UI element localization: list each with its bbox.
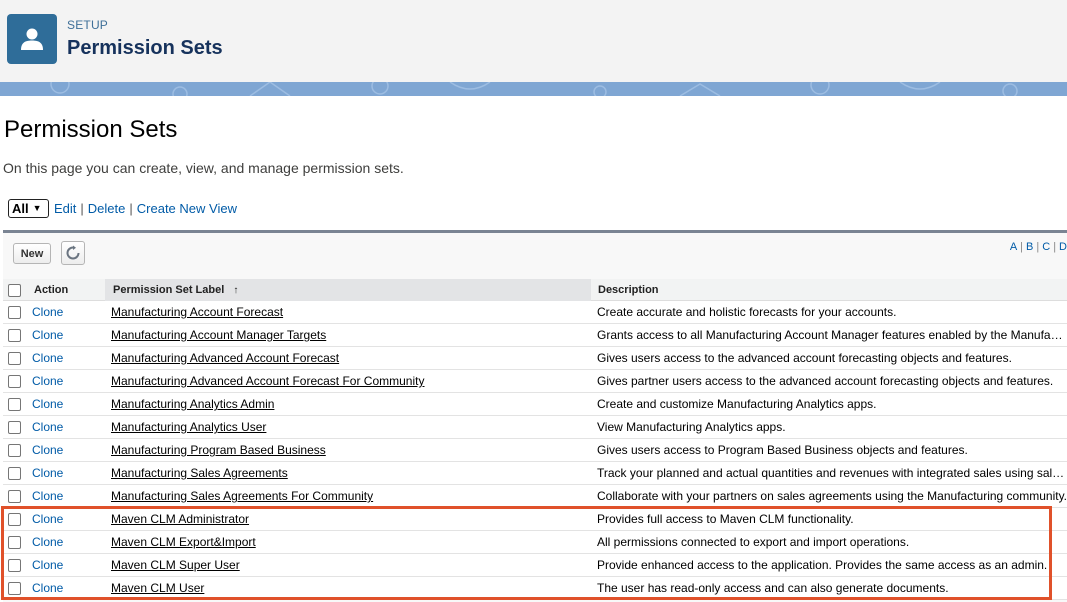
- page-title: Permission Sets: [4, 116, 178, 143]
- table-row: Clone Manufacturing Advanced Account For…: [3, 347, 1067, 370]
- row-checkbox[interactable]: [8, 352, 21, 365]
- view-select-value: All: [12, 200, 29, 216]
- column-action: Action: [34, 284, 69, 296]
- row-description: Create accurate and holistic forecasts f…: [597, 305, 897, 319]
- permission-set-link[interactable]: Manufacturing Account Forecast: [111, 301, 589, 323]
- permission-set-link[interactable]: Manufacturing Account Manager Targets: [111, 324, 589, 346]
- row-checkbox[interactable]: [8, 559, 21, 572]
- row-description: Provide enhanced access to the applicati…: [597, 558, 1048, 572]
- permission-set-link[interactable]: Maven CLM Super User: [111, 554, 589, 576]
- row-checkbox[interactable]: [8, 375, 21, 388]
- row-checkbox[interactable]: [8, 444, 21, 457]
- row-description: Grants access to all Manufacturing Accou…: [597, 328, 1067, 342]
- row-description: Gives users access to the advanced accou…: [597, 351, 1012, 365]
- row-checkbox[interactable]: [8, 329, 21, 342]
- clone-link[interactable]: Clone: [32, 531, 63, 553]
- separator: |: [80, 200, 84, 216]
- row-checkbox[interactable]: [8, 467, 21, 480]
- clone-link[interactable]: Clone: [32, 416, 63, 438]
- row-description: Gives partner users access to the advanc…: [597, 374, 1054, 388]
- clone-link[interactable]: Clone: [32, 301, 63, 323]
- table-row: Clone Maven CLM User The user has read-o…: [3, 577, 1067, 600]
- page-description: On this page you can create, view, and m…: [3, 160, 404, 176]
- clone-link[interactable]: Clone: [32, 370, 63, 392]
- permission-set-link[interactable]: Manufacturing Advanced Account Forecast: [111, 347, 589, 369]
- permission-set-link[interactable]: Maven CLM User: [111, 577, 589, 599]
- row-description: Collaborate with your partners on sales …: [597, 489, 1067, 503]
- table-body: Clone Manufacturing Account Forecast Cre…: [3, 301, 1067, 600]
- chevron-down-icon: ▼: [32, 203, 42, 213]
- row-checkbox[interactable]: [8, 421, 21, 434]
- row-description: Create and customize Manufacturing Analy…: [597, 397, 877, 411]
- alpha-filter-b[interactable]: B: [1026, 241, 1033, 253]
- row-description: Track your planned and actual quantities…: [597, 466, 1067, 480]
- row-checkbox[interactable]: [8, 306, 21, 319]
- permission-set-link[interactable]: Maven CLM Administrator: [111, 508, 589, 530]
- view-select[interactable]: All ▼: [8, 198, 49, 218]
- table-row: Clone Manufacturing Sales Agreements Tra…: [3, 462, 1067, 485]
- permission-set-link[interactable]: Maven CLM Export&Import: [111, 531, 589, 553]
- refresh-icon: [66, 245, 80, 260]
- user-icon: [7, 14, 57, 64]
- column-description: Description: [598, 284, 659, 296]
- list-panel: New A | B | C | D Action Permission Set Label …: [3, 230, 1067, 602]
- setup-title: Permission Sets: [67, 37, 223, 59]
- clone-link[interactable]: Clone: [32, 324, 63, 346]
- row-description: Gives users access to Program Based Busi…: [597, 443, 968, 457]
- permission-set-link[interactable]: Manufacturing Sales Agreements For Commu…: [111, 485, 589, 507]
- row-checkbox[interactable]: [8, 398, 21, 411]
- row-checkbox[interactable]: [8, 582, 21, 595]
- table-row: Clone Maven CLM Export&Import All permis…: [3, 531, 1067, 554]
- table-row: Clone Manufacturing Advanced Account For…: [3, 370, 1067, 393]
- view-bar: All ▼ Edit | Delete | Create New View: [8, 198, 237, 218]
- clone-link[interactable]: Clone: [32, 462, 63, 484]
- setup-header: SETUP Permission Sets: [0, 0, 1067, 84]
- alpha-filter-a[interactable]: A: [1010, 241, 1017, 253]
- table-row: Clone Manufacturing Analytics Admin Crea…: [3, 393, 1067, 416]
- table-row: Clone Manufacturing Program Based Busine…: [3, 439, 1067, 462]
- alpha-filter-c[interactable]: C: [1042, 241, 1050, 253]
- permission-set-link[interactable]: Manufacturing Advanced Account Forecast …: [111, 370, 589, 392]
- table-row: Clone Maven CLM Administrator Provides f…: [3, 508, 1067, 531]
- permission-set-link[interactable]: Manufacturing Analytics Admin: [111, 393, 589, 415]
- permission-set-link[interactable]: Manufacturing Analytics User: [111, 416, 589, 438]
- row-description: All permissions connected to export and …: [597, 535, 910, 549]
- column-label-text: Permission Set Label: [113, 284, 225, 296]
- row-checkbox[interactable]: [8, 490, 21, 503]
- delete-view-link[interactable]: Delete: [88, 201, 126, 216]
- new-button[interactable]: New: [13, 243, 51, 264]
- refresh-button[interactable]: [61, 241, 85, 265]
- row-checkbox[interactable]: [8, 536, 21, 549]
- permission-set-link[interactable]: Manufacturing Sales Agreements: [111, 462, 589, 484]
- separator: |: [129, 200, 133, 216]
- edit-view-link[interactable]: Edit: [54, 201, 76, 216]
- table-header: Action Permission Set Label ↑ Descriptio…: [3, 279, 1067, 301]
- clone-link[interactable]: Clone: [32, 577, 63, 599]
- row-checkbox[interactable]: [8, 513, 21, 526]
- row-description: View Manufacturing Analytics apps.: [597, 420, 786, 434]
- row-description: The user has read-only access and can al…: [597, 581, 949, 595]
- clone-link[interactable]: Clone: [32, 393, 63, 415]
- permission-set-link[interactable]: Manufacturing Program Based Business: [111, 439, 589, 461]
- alpha-filter-d[interactable]: D: [1059, 241, 1067, 253]
- table-row: Clone Manufacturing Analytics User View …: [3, 416, 1067, 439]
- clone-link[interactable]: Clone: [32, 554, 63, 576]
- sort-ascending-icon: ↑: [233, 285, 239, 296]
- clone-link[interactable]: Clone: [32, 439, 63, 461]
- alpha-filter: A | B | C | D: [1009, 241, 1067, 253]
- clone-link[interactable]: Clone: [32, 508, 63, 530]
- create-new-view-link[interactable]: Create New View: [137, 201, 237, 216]
- clone-link[interactable]: Clone: [32, 485, 63, 507]
- row-description: Provides full access to Maven CLM functi…: [597, 512, 854, 526]
- table-row: Clone Manufacturing Account Forecast Cre…: [3, 301, 1067, 324]
- clone-link[interactable]: Clone: [32, 347, 63, 369]
- select-all-checkbox[interactable]: [8, 284, 21, 297]
- column-label[interactable]: Permission Set Label ↑: [113, 279, 238, 301]
- table-row: Clone Maven CLM Super User Provide enhan…: [3, 554, 1067, 577]
- table-row: Clone Manufacturing Account Manager Targ…: [3, 324, 1067, 347]
- setup-eyebrow: SETUP: [67, 18, 109, 32]
- decorative-banner: [0, 82, 1067, 96]
- table-row: Clone Manufacturing Sales Agreements For…: [3, 485, 1067, 508]
